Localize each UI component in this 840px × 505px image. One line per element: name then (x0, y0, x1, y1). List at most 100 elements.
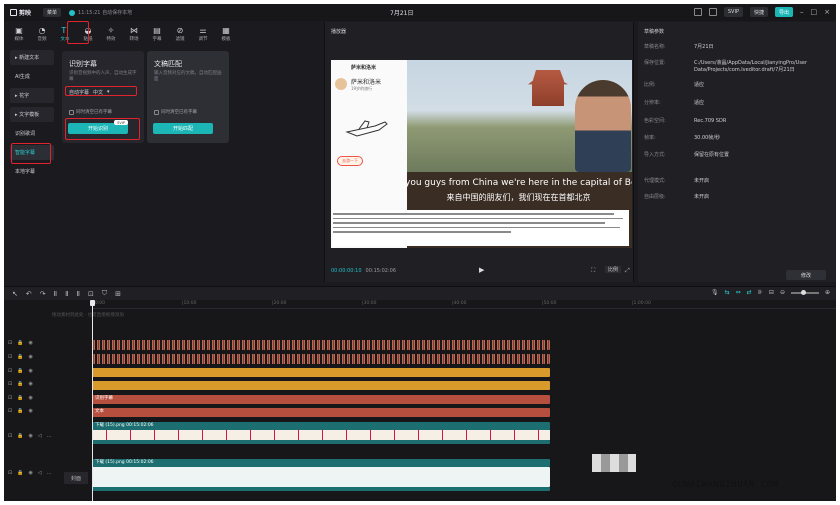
audio-icon[interactable]: ◁ (38, 470, 42, 476)
checkbox[interactable] (69, 109, 74, 115)
cover-label[interactable]: 封面 (64, 472, 88, 484)
lock-icon[interactable]: 🔒 (17, 408, 23, 414)
phone-sub: 19岁的旅行 (351, 86, 373, 91)
prop-value: 30.00帧/秒 (694, 135, 720, 141)
link-main-icon[interactable]: ⇆ (725, 289, 730, 296)
text-track-1[interactable]: 识别字幕 (92, 395, 550, 404)
undo-icon[interactable]: ↶ (26, 290, 32, 298)
tool-icon: ⋈ (130, 26, 138, 35)
auto-snap-icon[interactable]: ⇔ (736, 289, 741, 296)
video-overlay-label[interactable]: 下载 (15).png 00:15:02:06 (92, 422, 550, 430)
prop-value: 适应 (694, 100, 705, 106)
start-match-button[interactable]: 开始匹配 (153, 123, 213, 134)
tool-tab-9[interactable]: ▦ 模板 (215, 22, 237, 46)
preview-axis-icon[interactable]: ⊪ (758, 289, 763, 296)
prop-row: 草稿名称: 7月21日 (644, 44, 828, 51)
eye-icon[interactable]: ◉ (28, 433, 32, 439)
check-label: 同时清空已有字幕 (161, 110, 197, 115)
eye-icon[interactable]: ◉ (28, 381, 32, 387)
zoom-in-icon[interactable]: ⊕ (825, 289, 830, 296)
fullscreen-frame-icon[interactable]: ⛶ (591, 267, 595, 275)
tool-tab-6[interactable]: ▤ 字幕 (146, 22, 168, 46)
expand-icon[interactable]: ⤢ (625, 267, 630, 275)
eye-icon[interactable]: ◉ (28, 408, 32, 414)
tool-tab-8[interactable]: ⚌ 调节 (192, 22, 214, 46)
text-track-2[interactable]: 文本 (92, 408, 550, 417)
export-button[interactable]: 导出 (774, 7, 793, 17)
text-clip-label: 识别字幕 (95, 396, 113, 401)
minimize-icon[interactable]: – (800, 8, 804, 16)
sidebar-item-2[interactable]: ▸ 花字 (10, 88, 54, 103)
checkbox[interactable] (154, 109, 159, 115)
sidebar-item-6[interactable]: 本地字幕 (10, 164, 54, 179)
lock-icon[interactable]: 🔒 (17, 368, 23, 374)
crop-icon[interactable]: ⊞ (115, 290, 121, 298)
clear-existing-check[interactable]: 同时清空已有字幕 (154, 109, 197, 115)
eye-icon[interactable]: ◉ (28, 340, 32, 346)
select-arrow-icon[interactable]: ↖ (12, 290, 18, 298)
prop-key: 导入方式: (644, 152, 666, 158)
play-icon[interactable]: ▶ (479, 266, 484, 274)
video-frame[interactable]: 萨米和洛米 萨米和洛米 19岁的旅行 去游一下 you guys from Ch… (331, 60, 632, 248)
monitor-icon[interactable] (708, 8, 717, 16)
split-icon[interactable]: Ⅱ (54, 290, 57, 298)
playhead[interactable] (92, 300, 93, 501)
layout-icon[interactable] (693, 8, 702, 16)
audio-icon[interactable]: ◁ (38, 433, 42, 439)
tool-tab-7[interactable]: ⊘ 滤镜 (169, 22, 191, 46)
zoom-out-icon[interactable]: ⊖ (780, 289, 785, 296)
ratio-button[interactable]: 比例 (605, 266, 622, 273)
split-right-icon[interactable]: Ⅱ (77, 290, 80, 298)
microphone-icon[interactable]: 🎙 (711, 289, 719, 296)
modify-button[interactable]: 修改 (786, 270, 826, 280)
shortcut-button[interactable]: 快捷 (749, 7, 768, 17)
card-title: 识别字幕 (69, 60, 97, 68)
ruler-tick: |50:00 (542, 301, 557, 306)
eye-icon[interactable]: ◉ (28, 368, 32, 374)
tool-tab-1[interactable]: ◔ 音频 (31, 22, 53, 46)
lock-icon[interactable]: 🔒 (17, 354, 23, 360)
split-left-icon[interactable]: Ⅱ (65, 290, 68, 298)
subtitle-track-2[interactable] (92, 354, 550, 364)
lock-icon[interactable]: 🔒 (17, 395, 23, 401)
sidebar-item-4[interactable]: 识别歌词 (10, 126, 54, 141)
sidebar-item-3[interactable]: ▸ 文字模板 (10, 107, 54, 122)
redo-icon[interactable]: ↷ (40, 290, 46, 298)
clear-existing-check[interactable]: 同时清空已有字幕 (69, 109, 112, 115)
eye-icon[interactable]: ◉ (28, 395, 32, 401)
close-icon[interactable]: × (824, 8, 830, 16)
main-track-label[interactable]: 下载 (15).png 00:15:02:06 (92, 459, 550, 467)
linkage-icon[interactable]: ⇄ (747, 289, 752, 296)
lock-icon[interactable]: 🔒 (17, 433, 23, 439)
lock-icon[interactable]: 🔒 (17, 340, 23, 346)
tool-tab-4[interactable]: ✧ 特效 (100, 22, 122, 46)
zoom-slider[interactable] (790, 289, 819, 295)
tool-tab-0[interactable]: ▣ 媒体 (8, 22, 30, 46)
more-icon[interactable]: … (47, 470, 52, 476)
tool-icon: ▣ (15, 26, 23, 35)
tool-tab-5[interactable]: ⋈ 转场 (123, 22, 145, 46)
subtitle-track-1[interactable] (92, 340, 550, 350)
track-header: ⊡ 🔒 ◉ (8, 354, 33, 360)
delete-icon[interactable]: ⊡ (88, 290, 94, 298)
more-icon[interactable]: … (47, 433, 52, 439)
sidebar-item-0[interactable]: ▸ 新建文本 (10, 50, 54, 65)
subtitle-icon[interactable]: ⊟ (769, 289, 774, 296)
playhead-handle[interactable] (90, 300, 95, 306)
svip-badge[interactable]: SVIP (723, 7, 743, 17)
lock-icon[interactable]: 🔒 (17, 381, 23, 387)
main-video-track[interactable] (92, 467, 550, 487)
menu-button[interactable]: 菜单 (43, 8, 62, 17)
marker-icon[interactable]: ⛉ (102, 289, 107, 298)
eye-icon[interactable]: ◉ (28, 470, 32, 476)
eye-icon[interactable]: ◉ (28, 354, 32, 360)
check-label: 同时清空已有字幕 (76, 110, 112, 115)
lock-icon[interactable]: 🔒 (17, 470, 23, 476)
sticker-track[interactable] (92, 368, 550, 377)
subtitle-chinese: 来自中国的朋友们，我们现在在首都北京 (446, 193, 591, 202)
sticker-track-2[interactable] (92, 381, 550, 390)
sidebar-item-1[interactable]: AI生成 (10, 69, 54, 84)
overlay-thumbnails[interactable] (92, 430, 550, 440)
maximize-icon[interactable]: □ (811, 8, 818, 16)
forbidden-city-roof (528, 70, 568, 106)
